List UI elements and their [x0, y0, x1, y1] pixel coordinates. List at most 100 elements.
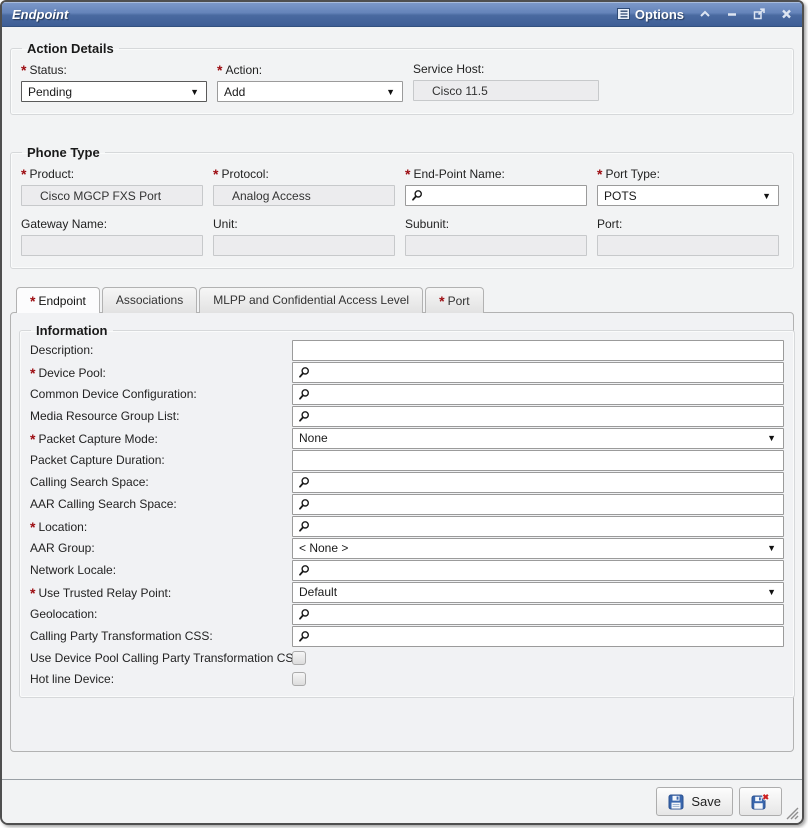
dropdown-arrow-icon: ▼ — [762, 191, 778, 201]
field-end-point-name-input[interactable] — [405, 185, 587, 206]
required-asterisk: * — [30, 293, 35, 309]
label-aar-group: AAR Group: — [30, 541, 292, 555]
field-calling-party-transformation-css-input[interactable] — [292, 626, 784, 647]
selected-value: Default — [293, 585, 337, 599]
required-asterisk: * — [21, 166, 26, 182]
phone-type-legend: Phone Type — [22, 145, 105, 160]
resize-grip[interactable] — [784, 805, 799, 820]
info-row-aar-calling-search-space: AAR Calling Search Space: — [30, 493, 784, 515]
tab-label: Port — [448, 294, 470, 308]
label-common-device-configuration: Common Device Configuration: — [30, 387, 292, 401]
field-status-select[interactable]: Pending▼ — [21, 81, 207, 102]
field-aar-group-select[interactable]: < None >▼ — [292, 538, 784, 559]
label-network-locale: Network Locale: — [30, 563, 292, 577]
dropdown-arrow-icon: ▼ — [767, 433, 783, 443]
field-geolocation-input[interactable] — [292, 604, 784, 625]
required-asterisk: * — [30, 585, 35, 601]
field-use-device-pool-calling-party-transformation-css-checkbox[interactable] — [292, 651, 306, 665]
minimize-icon[interactable] — [726, 9, 738, 19]
field-action-select[interactable]: Add▼ — [217, 81, 403, 102]
dropdown-arrow-icon: ▼ — [767, 587, 783, 597]
titlebar-controls: Options — [617, 7, 792, 22]
search-icon — [298, 476, 310, 489]
field-common-device-configuration-input[interactable] — [292, 384, 784, 405]
form-field-end-point-name: *End-Point Name: — [405, 161, 587, 206]
label-subunit: Subunit: — [405, 217, 587, 231]
label-port: Port: — [597, 217, 779, 231]
required-asterisk: * — [405, 166, 410, 182]
tab-associations[interactable]: Associations — [102, 287, 197, 313]
form-field-port-type: *Port Type: POTS ▼ — [597, 161, 779, 206]
info-row-location: *Location: — [30, 515, 784, 537]
field-location-input[interactable] — [292, 516, 784, 537]
titlebar[interactable]: Endpoint Options — [2, 2, 802, 27]
label-geolocation: Geolocation: — [30, 607, 292, 621]
field-product-input: Cisco MGCP FXS Port — [21, 185, 203, 206]
required-asterisk: * — [217, 62, 222, 78]
selected-value: POTS — [598, 189, 637, 203]
info-row-hot-line-device: Hot line Device: — [30, 668, 784, 689]
info-row-use-device-pool-calling-party-transformation-css: Use Device Pool Calling Party Transforma… — [30, 647, 784, 668]
field-use-trusted-relay-point-select[interactable]: Default ▼ — [292, 582, 784, 603]
field-network-locale-input[interactable] — [292, 560, 784, 581]
footer-toolbar: Save — [2, 779, 802, 823]
label-protocol: *Protocol: — [213, 166, 395, 181]
field-gateway-name-input — [21, 235, 203, 256]
label-packet-capture-mode: *Packet Capture Mode: — [30, 431, 292, 446]
info-row-use-trusted-relay-point: *Use Trusted Relay Point:Default ▼ — [30, 581, 784, 603]
popout-icon[interactable] — [753, 8, 766, 20]
label-aar-calling-search-space: AAR Calling Search Space: — [30, 497, 292, 511]
form-field-status: *Status:Pending▼ — [21, 57, 207, 102]
field-packet-capture-duration-input[interactable] — [292, 450, 784, 471]
field-description-input[interactable] — [292, 340, 784, 361]
form-field-action: *Action:Add▼ — [217, 57, 403, 102]
dropdown-arrow-icon: ▼ — [190, 87, 206, 97]
search-icon — [298, 366, 310, 379]
field-device-pool-input[interactable] — [292, 362, 784, 383]
field-hot-line-device-checkbox[interactable] — [292, 672, 306, 686]
required-asterisk: * — [597, 166, 602, 182]
label-use-trusted-relay-point: *Use Trusted Relay Point: — [30, 585, 292, 600]
control-cell — [292, 516, 784, 537]
tab-label: MLPP and Confidential Access Level — [213, 293, 409, 307]
control-cell — [292, 626, 784, 647]
label-service-host: Service Host: — [413, 62, 599, 76]
field-aar-calling-search-space-input[interactable] — [292, 494, 784, 515]
close-icon[interactable] — [781, 9, 792, 19]
required-asterisk: * — [439, 293, 444, 309]
endpoint-window: Endpoint Options — [0, 0, 804, 825]
search-icon — [298, 410, 310, 423]
label-calling-party-transformation-css: Calling Party Transformation CSS: — [30, 629, 292, 643]
field-packet-capture-mode-select[interactable]: None▼ — [292, 428, 784, 449]
label-gateway-name: Gateway Name: — [21, 217, 203, 231]
field-port-type-select[interactable]: POTS ▼ — [597, 185, 779, 206]
field-calling-search-space-input[interactable] — [292, 472, 784, 493]
info-row-description: Description: — [30, 339, 784, 361]
endpoint-tab-panel: Information Description:*Device Pool:Com… — [10, 312, 794, 752]
collapse-icon[interactable] — [699, 9, 711, 19]
control-cell — [292, 604, 784, 625]
tab-port[interactable]: * Port — [425, 287, 483, 313]
readonly-value: Analog Access — [214, 189, 311, 203]
form-field-service-host: Service Host:Cisco 11.5 — [413, 57, 599, 102]
save-button[interactable]: Save — [656, 787, 733, 816]
label-location: *Location: — [30, 519, 292, 534]
tab-endpoint[interactable]: *Endpoint — [16, 287, 100, 313]
form-field-product: *Product:Cisco MGCP FXS Port — [21, 161, 203, 206]
info-row-network-locale: Network Locale: — [30, 559, 784, 581]
action-details-legend: Action Details — [22, 41, 119, 56]
search-icon — [298, 608, 310, 621]
label-description: Description: — [30, 343, 292, 357]
info-row-calling-search-space: Calling Search Space: — [30, 471, 784, 493]
required-asterisk: * — [21, 62, 26, 78]
selected-value: < None > — [293, 541, 348, 555]
control-cell: None▼ — [292, 428, 784, 449]
options-button[interactable]: Options — [617, 7, 684, 22]
field-media-resource-group-list-input[interactable] — [292, 406, 784, 427]
label-port-type: *Port Type: — [597, 166, 779, 181]
save-and-close-button[interactable] — [739, 787, 782, 816]
options-label: Options — [635, 7, 684, 22]
control-cell — [292, 384, 784, 405]
save-button-label: Save — [691, 794, 721, 809]
tab-mlpp-and-confidential-access-level[interactable]: MLPP and Confidential Access Level — [199, 287, 423, 313]
